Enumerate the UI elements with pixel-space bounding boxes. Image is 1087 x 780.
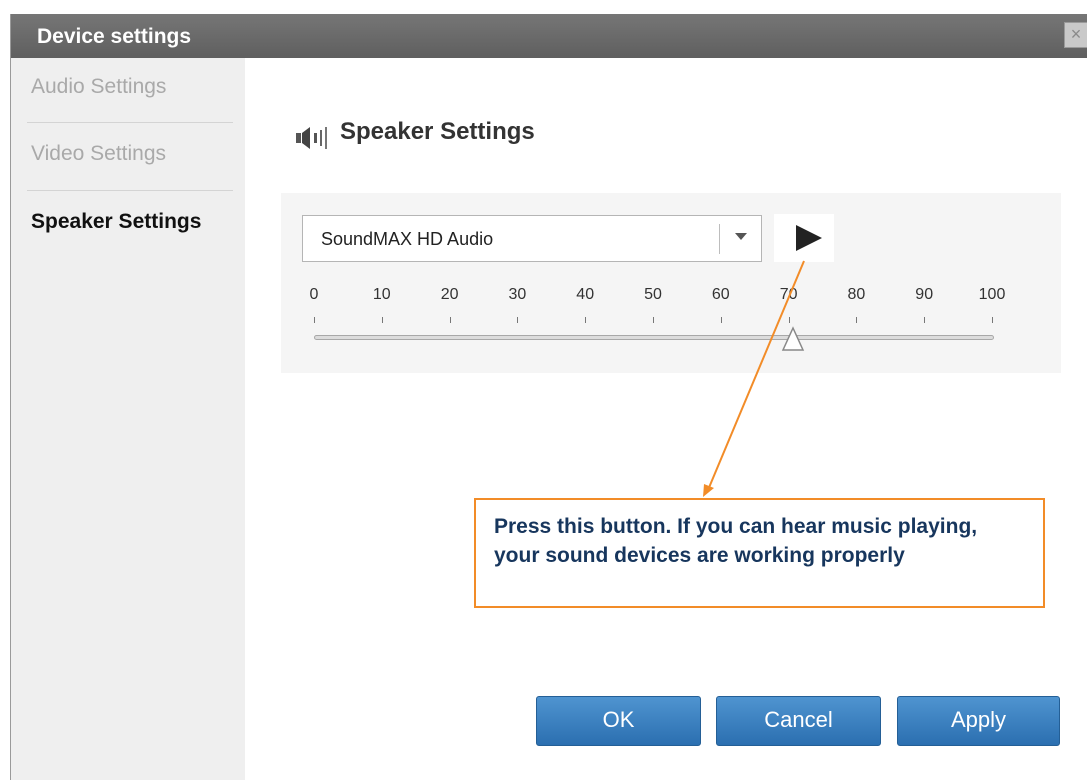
- volume-tick-mark: [449, 317, 451, 323]
- selected-device: SoundMAX HD Audio: [321, 229, 494, 249]
- volume-tick-mark: [381, 317, 383, 323]
- ok-button[interactable]: OK: [536, 696, 701, 746]
- volume-tick-label: 10: [372, 286, 391, 303]
- volume-tick-mark: [788, 317, 790, 323]
- play-button[interactable]: [774, 214, 834, 262]
- chevron-down-icon[interactable]: [735, 233, 747, 240]
- volume-tick-label: 90: [915, 286, 934, 303]
- callout-text: Press this button. If you can hear music…: [494, 515, 978, 567]
- volume-tick-mark: [720, 317, 722, 323]
- volume-slider-track[interactable]: [314, 335, 994, 340]
- sidebar: Audio Settings Video Settings Speaker Se…: [11, 58, 245, 780]
- title-bar: Device settings ×: [11, 14, 1087, 58]
- volume-tick-label: 50: [644, 286, 662, 303]
- sidebar-item-video[interactable]: Video Settings: [31, 142, 233, 166]
- volume-tick-mark: [585, 317, 587, 323]
- volume-tick-label: 30: [508, 286, 527, 303]
- sidebar-divider: [27, 190, 233, 191]
- volume-tick-label: 70: [779, 286, 798, 303]
- volume-tick-mark: [856, 317, 858, 323]
- sidebar-item-speaker[interactable]: Speaker Settings: [31, 210, 233, 234]
- volume-tick-label: 20: [440, 286, 459, 303]
- device-settings-dialog: Device settings × Audio Settings Video S…: [10, 14, 1087, 780]
- apply-button[interactable]: Apply: [897, 696, 1060, 746]
- volume-tick-label: 40: [576, 286, 595, 303]
- volume-tick-mark: [653, 317, 654, 323]
- speaker-icon: [296, 127, 327, 149]
- sidebar-item-audio[interactable]: Audio Settings: [31, 75, 233, 99]
- dropdown-separator: [719, 224, 720, 254]
- sidebar-divider: [27, 122, 233, 123]
- volume-tick-label: 80: [847, 286, 866, 303]
- speaker-device-select[interactable]: SoundMAX HD Audio: [302, 215, 762, 262]
- volume-tick-label: 0: [309, 286, 319, 303]
- close-icon: ×: [1070, 24, 1082, 44]
- section-title: Speaker Settings: [340, 118, 535, 145]
- play-icon: [796, 225, 822, 251]
- close-button[interactable]: ×: [1064, 22, 1087, 48]
- volume-tick-mark: [314, 317, 315, 323]
- volume-tick-mark: [517, 317, 519, 323]
- volume-tick-label: 60: [711, 286, 730, 303]
- volume-tick-mark: [924, 317, 926, 323]
- callout-box: Press this button. If you can hear music…: [474, 498, 1045, 608]
- volume-tick-mark: [992, 317, 993, 323]
- volume-tick-label: 100: [978, 286, 1006, 303]
- volume-slider-thumb[interactable]: [781, 326, 805, 352]
- cancel-button[interactable]: Cancel: [716, 696, 881, 746]
- dialog-title: Device settings: [37, 25, 192, 48]
